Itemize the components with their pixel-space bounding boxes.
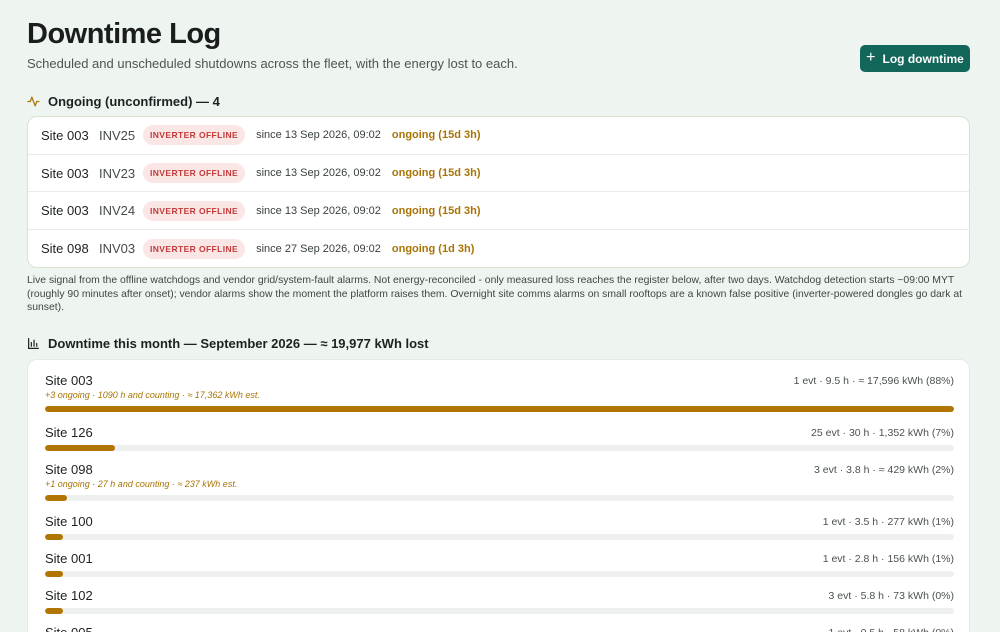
activity-pulse-icon	[27, 96, 40, 107]
site-name: Site 100	[45, 514, 93, 529]
ongoing-since: since 13 Sep 2026, 09:02	[256, 129, 381, 142]
site-ongoing-note: +3 ongoing · 1090 h and counting · ≈ 17,…	[45, 390, 260, 400]
ongoing-row[interactable]: Site 003 INV23 INVERTER OFFLINE since 13 Se…	[28, 155, 969, 193]
status-badge: INVERTER OFFLINE	[143, 200, 246, 221]
loss-share-bar	[45, 571, 954, 577]
loss-share-bar	[45, 445, 954, 451]
log-downtime-label: Log downtime	[882, 51, 964, 66]
site-stats: 3 evt · 5.8 h · 73 kWh (0%)	[828, 590, 954, 602]
ongoing-list: Site 003 INV25 INVERTER OFFLINE since 13 Se…	[27, 116, 970, 268]
site-ongoing-note: +1 ongoing · 27 h and counting · ≈ 237 k…	[45, 479, 238, 489]
site-name: Site 098	[45, 462, 93, 477]
ongoing-row[interactable]: Site 003 INV24 INVERTER OFFLINE since 13 Se…	[28, 192, 969, 231]
loss-share-fill	[45, 406, 954, 412]
page-header: Downtime Log Scheduled and unscheduled s…	[27, 0, 970, 92]
site-stats: 1 evt · 0.5 h · 58 kWh (0%)	[829, 627, 954, 632]
month-heading: Downtime this month — September 2026 — ≈…	[27, 336, 429, 351]
ongoing-duration: ongoing (1d 3h)	[391, 242, 475, 255]
ongoing-site: Site 003	[41, 203, 89, 219]
site-stats: 3 evt · 3.8 h · ≈ 429 kWh (2%)	[814, 464, 954, 476]
ongoing-since: since 13 Sep 2026, 09:02	[256, 204, 381, 217]
month-breakdown: Site 003 1 evt · 9.5 h · ≈ 17,596 kWh (88…	[27, 359, 970, 632]
loss-share-fill	[45, 534, 64, 540]
ongoing-inverter: INV24	[99, 203, 136, 219]
page-subtitle: Scheduled and unscheduled shutdowns acro…	[27, 56, 518, 71]
ongoing-inverter: INV23	[99, 165, 136, 181]
ongoing-duration: ongoing (15d 3h)	[391, 129, 481, 142]
site-stats: 1 evt · 3.5 h · 277 kWh (1%)	[822, 516, 954, 528]
loss-share-bar	[45, 534, 954, 540]
ongoing-heading-text: Ongoing (unconfirmed) — 4	[48, 94, 220, 109]
site-stats: 1 evt · 2.8 h · 156 kWh (1%)	[822, 553, 954, 565]
ongoing-inverter: INV25	[99, 127, 136, 143]
loss-share-fill	[45, 495, 67, 501]
site-stats: 1 evt · 9.5 h · ≈ 17,596 kWh (88%)	[793, 375, 954, 387]
site-stats: 25 evt · 30 h · 1,352 kWh (7%)	[811, 427, 954, 439]
ongoing-site: Site 003	[41, 127, 89, 143]
loss-share-fill	[45, 445, 115, 451]
ongoing-duration: ongoing (15d 3h)	[391, 204, 481, 217]
loss-share-bar	[45, 406, 954, 412]
ongoing-heading: Ongoing (unconfirmed) — 4	[27, 94, 220, 109]
ongoing-duration: ongoing (15d 3h)	[391, 167, 481, 180]
site-name: Site 003	[45, 373, 93, 388]
ongoing-since: since 27 Sep 2026, 09:02	[256, 242, 381, 255]
site-name: Site 005	[45, 625, 93, 632]
status-badge: INVERTER OFFLINE	[143, 125, 246, 146]
site-name: Site 102	[45, 588, 93, 603]
plus-icon: +	[866, 49, 876, 66]
log-downtime-button[interactable]: + Log downtime	[860, 45, 970, 72]
loss-share-fill	[45, 571, 64, 577]
page-title: Downtime Log	[27, 18, 221, 50]
ongoing-row[interactable]: Site 003 INV25 INVERTER OFFLINE since 13 Se…	[28, 117, 969, 155]
month-heading-text: Downtime this month — September 2026 — ≈…	[48, 336, 429, 351]
ongoing-note: Live signal from the offline watchdogs a…	[27, 275, 963, 314]
ongoing-row[interactable]: Site 098 INV03 INVERTER OFFLINE since 27 Se…	[28, 230, 969, 267]
loss-share-fill	[45, 608, 64, 614]
loss-share-bar	[45, 495, 954, 501]
loss-share-bar	[45, 608, 954, 614]
site-name: Site 126	[45, 425, 93, 440]
status-badge: INVERTER OFFLINE	[143, 238, 246, 259]
status-badge: INVERTER OFFLINE	[143, 163, 246, 184]
bar-chart-icon	[28, 338, 39, 349]
ongoing-site: Site 098	[41, 241, 89, 257]
ongoing-since: since 13 Sep 2026, 09:02	[256, 167, 381, 180]
ongoing-site: Site 003	[41, 165, 89, 181]
ongoing-inverter: INV03	[99, 241, 136, 257]
downtime-log-page: Downtime Log Scheduled and unscheduled s…	[27, 0, 970, 632]
site-name: Site 001	[45, 551, 93, 566]
